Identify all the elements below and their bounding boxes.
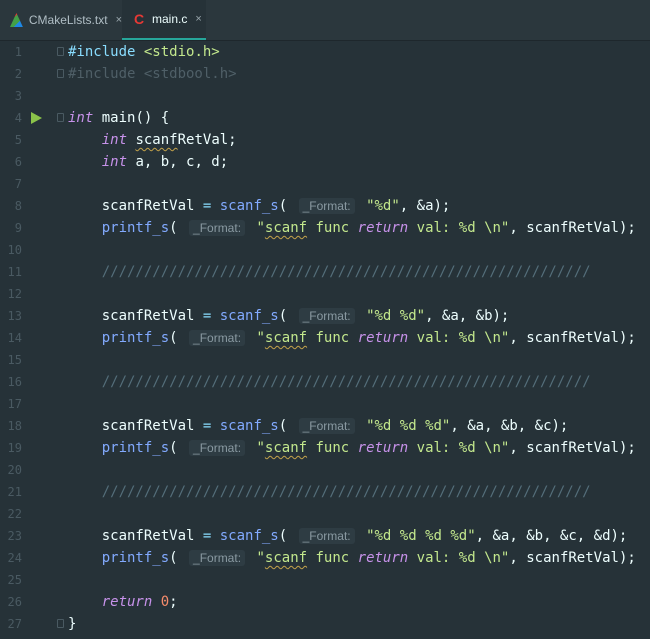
- line-number: 7: [14, 177, 22, 191]
- code-text: ////////////////////////////////////////…: [68, 374, 591, 390]
- code-line[interactable]: 12: [0, 283, 650, 305]
- parameter-hint: _Format:: [189, 550, 246, 566]
- code-text: int a, b, c, d;: [101, 154, 229, 170]
- line-number: 2: [14, 67, 22, 81]
- code-line[interactable]: 27}: [0, 613, 650, 635]
- line-number: 27: [7, 617, 22, 631]
- line-number: 4: [14, 111, 22, 125]
- line-number: 1: [14, 45, 22, 59]
- parameter-hint: _Format:: [298, 528, 355, 544]
- line-number: 20: [7, 463, 22, 477]
- code-text: scanfRetVal = scanf_s( _Format: "%d", &a…: [68, 198, 451, 214]
- code-line[interactable]: 9 printf_s( _Format: "scanf func return …: [0, 217, 650, 239]
- line-number: 23: [7, 529, 22, 543]
- code-text: return 0;: [101, 594, 178, 610]
- line-number: 16: [7, 375, 22, 389]
- line-number: 25: [7, 573, 22, 587]
- line-number: 12: [7, 287, 22, 301]
- line-number: 24: [7, 551, 22, 565]
- code-text: ////////////////////////////////////////…: [68, 264, 591, 280]
- code-text: printf_s( _Format: "scanf func return va…: [101, 440, 636, 456]
- code-line[interactable]: 8 scanfRetVal = scanf_s( _Format: "%d", …: [0, 195, 650, 217]
- parameter-hint: _Format:: [298, 418, 355, 434]
- code-text: scanfRetVal = scanf_s( _Format: "%d %d %…: [68, 528, 628, 544]
- code-line[interactable]: 10: [0, 239, 650, 261]
- code-text: printf_s( _Format: "scanf func return va…: [101, 550, 636, 566]
- line-number: 13: [7, 309, 22, 323]
- code-text: }: [68, 616, 77, 632]
- code-line[interactable]: 14 printf_s( _Format: "scanf func return…: [0, 327, 650, 349]
- cmake-icon: [10, 13, 23, 27]
- code-line[interactable]: 3: [0, 85, 650, 107]
- line-number: 8: [14, 199, 22, 213]
- fold-marker-icon[interactable]: [57, 69, 64, 78]
- code-text: printf_s( _Format: "scanf func return va…: [101, 220, 636, 236]
- close-icon[interactable]: ×: [195, 13, 201, 25]
- line-number: 22: [7, 507, 22, 521]
- line-number: 18: [7, 419, 22, 433]
- code-line[interactable]: 11 /////////////////////////////////////…: [0, 261, 650, 283]
- line-number: 3: [14, 89, 22, 103]
- line-number: 6: [14, 155, 22, 169]
- run-icon[interactable]: [31, 112, 42, 124]
- code-text: ////////////////////////////////////////…: [68, 484, 591, 500]
- code-line[interactable]: 18 scanfRetVal = scanf_s( _Format: "%d %…: [0, 415, 650, 437]
- parameter-hint: _Format:: [298, 308, 355, 324]
- tab-label: main.c: [152, 12, 188, 26]
- line-number: 21: [7, 485, 22, 499]
- parameter-hint: _Format:: [189, 440, 246, 456]
- line-number: 5: [14, 133, 22, 147]
- code-line[interactable]: 1 #include <stdio.h>: [0, 41, 650, 63]
- code-line[interactable]: 7: [0, 173, 650, 195]
- line-number: 26: [7, 595, 22, 609]
- line-number: 9: [14, 221, 22, 235]
- line-number: 14: [7, 331, 22, 345]
- code-line[interactable]: 2 #include <stdbool.h>: [0, 63, 650, 85]
- code-text: #include <stdio.h>: [68, 44, 220, 60]
- line-number: 10: [7, 243, 22, 257]
- code-line[interactable]: 20: [0, 459, 650, 481]
- line-number: 17: [7, 397, 22, 411]
- code-line[interactable]: 24 printf_s( _Format: "scanf func return…: [0, 547, 650, 569]
- code-line[interactable]: 21 /////////////////////////////////////…: [0, 481, 650, 503]
- tab-main-c[interactable]: C main.c ×: [122, 0, 206, 40]
- parameter-hint: _Format:: [298, 198, 355, 214]
- code-text: printf_s( _Format: "scanf func return va…: [101, 330, 636, 346]
- code-text: scanfRetVal = scanf_s( _Format: "%d %d %…: [68, 418, 569, 434]
- code-line[interactable]: 16 /////////////////////////////////////…: [0, 371, 650, 393]
- code-line[interactable]: 15: [0, 349, 650, 371]
- code-line[interactable]: 13 scanfRetVal = scanf_s( _Format: "%d %…: [0, 305, 650, 327]
- code-line[interactable]: 4 int main() {: [0, 107, 650, 129]
- c-file-icon: C: [133, 11, 145, 27]
- code-text: int scanfRetVal;: [101, 132, 237, 148]
- parameter-hint: _Format:: [189, 220, 246, 236]
- tab-cmakelists[interactable]: CMakeLists.txt ×: [0, 0, 122, 40]
- code-line[interactable]: 25: [0, 569, 650, 591]
- code-line[interactable]: 17: [0, 393, 650, 415]
- line-number: 19: [7, 441, 22, 455]
- code-line[interactable]: 19 printf_s( _Format: "scanf func return…: [0, 437, 650, 459]
- code-line[interactable]: 26 return 0;: [0, 591, 650, 613]
- code-line[interactable]: 22: [0, 503, 650, 525]
- line-number: 11: [7, 265, 22, 279]
- editor-tab-bar: CMakeLists.txt × C main.c ×: [0, 0, 650, 41]
- parameter-hint: _Format:: [189, 330, 246, 346]
- code-text: int main() {: [68, 110, 170, 126]
- tab-label: CMakeLists.txt: [28, 13, 108, 27]
- code-line[interactable]: 23 scanfRetVal = scanf_s( _Format: "%d %…: [0, 525, 650, 547]
- code-text: #include <stdbool.h>: [68, 66, 237, 82]
- code-text: scanfRetVal = scanf_s( _Format: "%d %d",…: [68, 308, 510, 324]
- code-line[interactable]: 5 int scanfRetVal;: [0, 129, 650, 151]
- fold-marker-icon[interactable]: [57, 47, 64, 56]
- fold-marker-icon[interactable]: [57, 619, 64, 628]
- code-line[interactable]: 6 int a, b, c, d;: [0, 151, 650, 173]
- fold-marker-icon[interactable]: [57, 113, 64, 122]
- line-number: 15: [7, 353, 22, 367]
